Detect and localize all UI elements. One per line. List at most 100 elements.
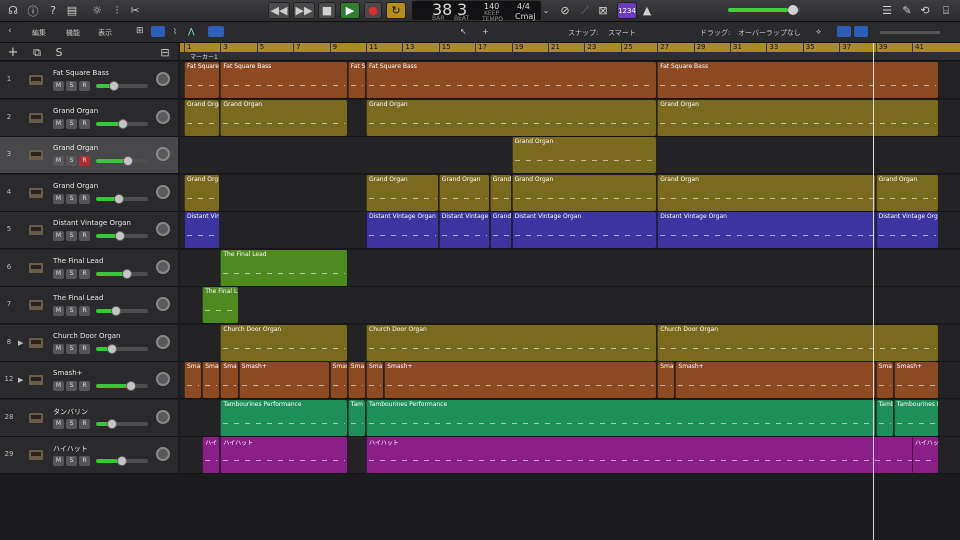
global-solo-icon[interactable]: S — [52, 44, 66, 61]
pointer-tool-icon[interactable]: ↖ — [460, 27, 467, 36]
region[interactable]: Distant Vintage Organ — [657, 212, 875, 248]
count-in-button[interactable]: 1234 — [617, 2, 637, 19]
pan-knob[interactable] — [156, 447, 170, 461]
volume-fader-knob[interactable] — [109, 81, 119, 91]
solo-button[interactable]: S — [66, 306, 77, 316]
vertical-zoom-icon[interactable] — [837, 26, 851, 37]
track-name[interactable]: The Final Lead — [53, 257, 103, 265]
functions-menu[interactable]: 機能 — [66, 28, 80, 38]
volume-fader-knob[interactable] — [118, 118, 128, 129]
region[interactable]: Tambourines Perf — [893, 399, 939, 436]
note-pad-icon[interactable]: ✎ — [900, 2, 914, 19]
back-chevron-icon[interactable]: ‹ — [8, 26, 12, 36]
record-button[interactable]: ● — [364, 2, 382, 19]
loop-browser-icon[interactable]: ⟲ — [918, 2, 932, 19]
region[interactable]: Tambourines Performance — [366, 399, 875, 436]
region[interactable]: Grand Organ — [875, 174, 939, 211]
horizontal-zoom-icon[interactable] — [854, 26, 868, 37]
mute-button[interactable]: M — [53, 381, 64, 391]
volume-fader[interactable] — [96, 81, 148, 91]
region[interactable]: Grand Organ — [511, 137, 657, 173]
track-lane[interactable]: The Final Lead — [180, 249, 960, 287]
play-button[interactable]: ▶ — [340, 2, 360, 19]
mute-button[interactable]: M — [53, 268, 64, 279]
region[interactable]: Tam — [347, 399, 365, 436]
tuner-icon[interactable]: ⟋ — [578, 2, 592, 19]
track-header[interactable]: 1 Fat Square Bass M S R — [0, 62, 178, 99]
region[interactable]: Grand — [489, 174, 511, 211]
pan-knob[interactable] — [156, 147, 170, 161]
help-icon[interactable]: ? — [46, 2, 60, 19]
track-header[interactable]: 6 The Final Lead M S R — [0, 249, 178, 287]
track-lane[interactable]: The Final L — [180, 287, 960, 324]
region[interactable]: Grand Organ — [438, 174, 489, 211]
region[interactable]: Sma — [184, 362, 202, 398]
solo-button[interactable]: S — [66, 193, 77, 204]
track-header[interactable]: 3 Grand Organ M S R — [0, 137, 178, 174]
mute-button[interactable]: M — [53, 81, 64, 91]
record-enable-button[interactable]: R — [79, 343, 90, 354]
region[interactable]: Distant Vintage Organ — [366, 212, 438, 248]
track-name[interactable]: Church Door Organ — [53, 332, 121, 340]
solo-button[interactable]: S — [66, 81, 77, 91]
track-lane[interactable]: Grand Orga Grand Organ Grand Organ Grand Gra… — [180, 174, 960, 212]
track-lane[interactable]: Distant Vint Distant Vintage Organ Distant… — [180, 212, 960, 249]
volume-fader[interactable] — [96, 343, 148, 354]
record-enable-button[interactable]: R — [79, 268, 90, 279]
mute-button[interactable]: M — [53, 118, 64, 129]
region[interactable]: Fat Square Bass — [366, 62, 657, 98]
stop-button[interactable]: ■ — [318, 2, 336, 19]
region[interactable]: Grand Organ — [366, 99, 657, 136]
bar-ruler[interactable]: マーカー1 1 3 5 7 9 11 13 15 17 19 21 23 25 27 29 31 33 35 37 3… — [180, 43, 960, 61]
marker-label[interactable]: マーカー1 — [190, 52, 218, 61]
lcd-display[interactable]: 38 3 BAR BEAT 140 KEEP TEMPO 4/4 Cmaj — [411, 0, 542, 23]
pan-knob[interactable] — [156, 409, 170, 424]
forward-button[interactable]: ▶▶ — [293, 2, 315, 19]
mute-button[interactable]: M — [53, 343, 64, 354]
region[interactable]: Church Door Organ — [366, 324, 657, 361]
region[interactable]: Church Door Organ — [220, 324, 347, 361]
replace-icon[interactable]: ⊘ — [557, 2, 573, 19]
info-icon[interactable]: ⓘ — [26, 2, 40, 19]
add-track-icon[interactable]: + — [6, 44, 20, 61]
region[interactable]: Smas — [329, 362, 347, 398]
lcd-menu-chevron-icon[interactable]: ⌄ — [541, 2, 551, 19]
grid-view-icon[interactable]: ⊞ — [136, 26, 144, 36]
view-menu[interactable]: 表示 — [98, 28, 112, 38]
solo-button[interactable]: S — [66, 268, 77, 279]
volume-fader-knob[interactable] — [107, 343, 117, 354]
region[interactable]: Distant Vintage — [438, 212, 489, 248]
track-lane[interactable]: ハイハイハットハイハットハイハット — [180, 437, 960, 474]
record-enable-button[interactable]: R — [79, 231, 90, 241]
edit-menu[interactable]: 編集 — [32, 28, 46, 38]
pan-knob[interactable] — [156, 109, 170, 124]
tracks-view-icon[interactable] — [151, 26, 165, 37]
solo-button[interactable]: S — [66, 343, 77, 354]
region[interactable]: The Final L — [202, 287, 238, 323]
track-name[interactable]: Smash+ — [53, 369, 83, 377]
region[interactable]: Grand — [489, 212, 511, 248]
master-volume-knob[interactable] — [788, 5, 798, 15]
editors-icon[interactable]: ✂ — [128, 2, 142, 19]
region[interactable]: Grand Orga — [184, 99, 220, 136]
region[interactable]: Sma — [366, 362, 384, 398]
region[interactable]: Grand Organ — [657, 174, 875, 211]
pencil-tool-icon[interactable]: + — [482, 27, 489, 36]
mixer-icon[interactable]: ⫶ — [110, 2, 124, 19]
region[interactable]: Tamb — [875, 399, 893, 436]
waveform-zoom-icon[interactable]: ⟡ — [816, 27, 821, 37]
playhead[interactable] — [873, 43, 874, 540]
volume-fader-knob[interactable] — [122, 268, 132, 279]
region[interactable]: Sma — [220, 362, 238, 398]
track-lane[interactable]: Church Door Organ Church Door Organ Church… — [180, 324, 960, 362]
region[interactable]: Grand Organ — [366, 174, 438, 211]
region[interactable]: Fat Square Bass — [220, 62, 347, 98]
record-enable-button[interactable]: R — [79, 81, 90, 91]
region[interactable]: Smash+ — [893, 362, 939, 398]
record-enable-button[interactable]: R — [79, 381, 90, 391]
volume-fader[interactable] — [96, 418, 148, 429]
region[interactable]: Grand Organ — [511, 174, 657, 211]
track-header[interactable]: 4 Grand Organ M S R — [0, 174, 178, 212]
region[interactable]: The Final Lead — [220, 249, 347, 286]
pan-knob[interactable] — [156, 297, 170, 311]
